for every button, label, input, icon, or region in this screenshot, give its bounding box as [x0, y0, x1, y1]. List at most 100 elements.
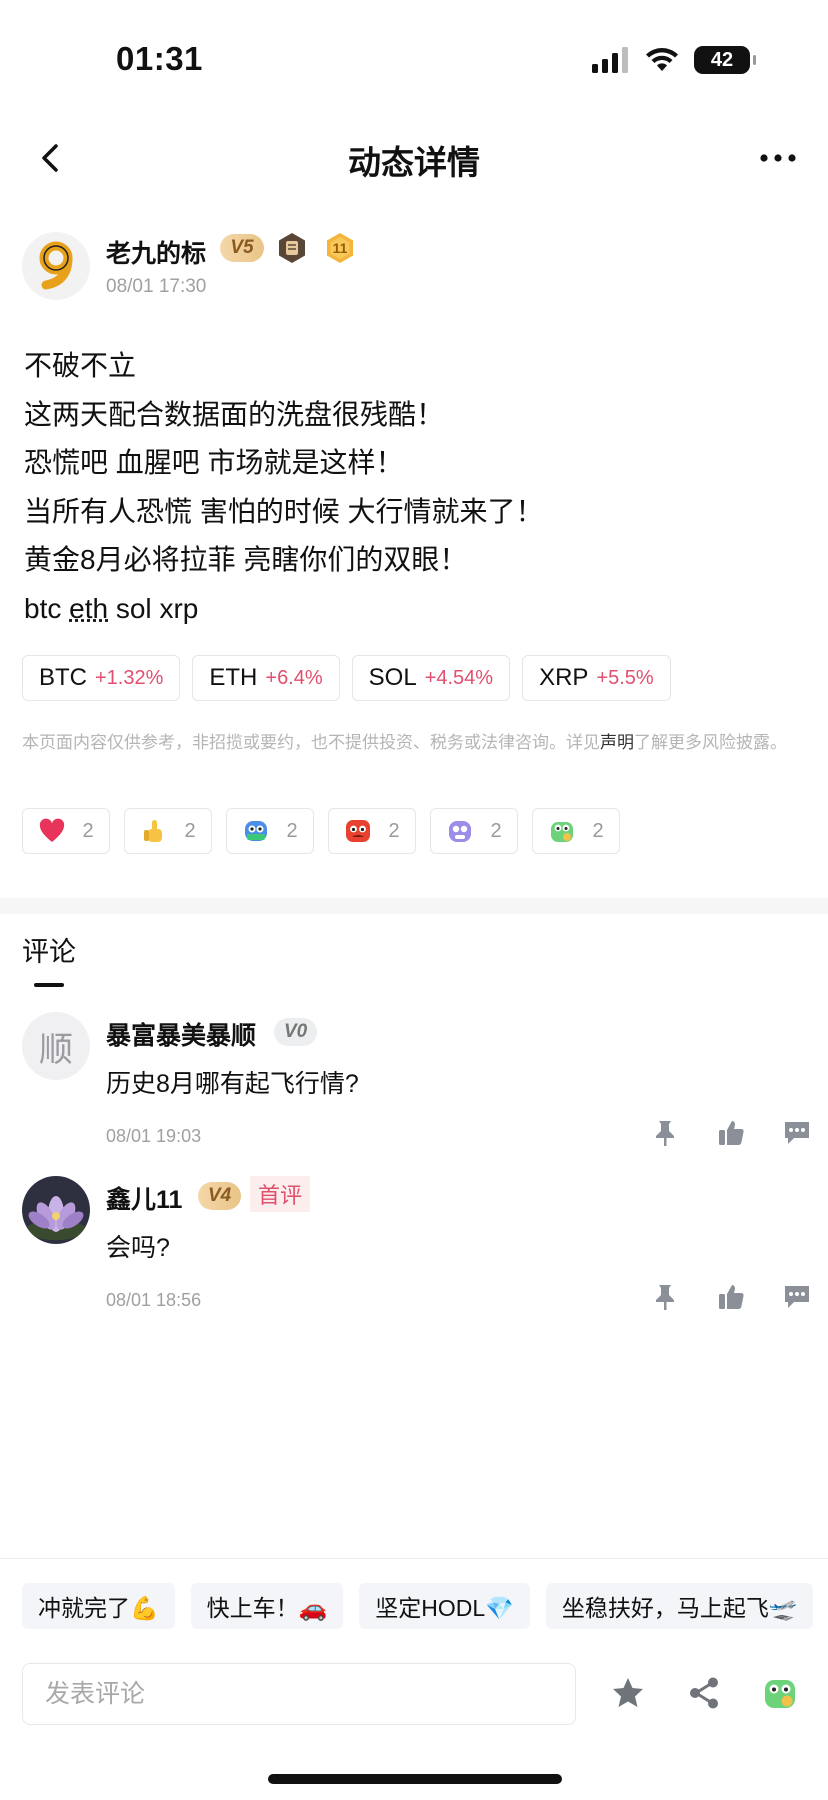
coin-name: XRP [539, 664, 589, 691]
level-badge: V0 [274, 1018, 318, 1046]
post-time: 08/01 17:30 [106, 276, 207, 297]
frog-emoji-icon [551, 822, 574, 842]
thumbs-up-icon[interactable] [716, 1118, 746, 1148]
comment-time: 08/01 18:56 [106, 1290, 202, 1310]
share-icon[interactable] [686, 1675, 722, 1711]
badge-number: 11 [332, 240, 348, 256]
reaction-cute[interactable]: 2 [430, 808, 518, 854]
coin-change: +1.32% [95, 666, 164, 689]
post-tags: btc eth sol xrp [24, 585, 804, 634]
page-title: 动态详情 [348, 144, 480, 181]
tag-btc[interactable]: btc [24, 593, 61, 624]
status-time: 01:31 [116, 40, 203, 77]
coin-chip-xrp[interactable]: XRP +5.5% [522, 655, 671, 701]
reaction-count: 2 [592, 819, 604, 842]
cute-emoji-icon [449, 821, 472, 842]
level-badge: V5 [220, 234, 264, 262]
reaction-thumbs-up[interactable]: 2 [124, 808, 212, 854]
post-line: 这两天配合数据面的洗盘很残酷！ [24, 398, 445, 430]
frog-emoji-icon[interactable] [762, 1675, 798, 1711]
thumbs-up-icon[interactable] [716, 1282, 746, 1312]
wifi-icon [646, 48, 678, 71]
coin-chip-sol[interactable]: SOL +4.54% [351, 655, 511, 701]
tab-comments[interactable]: 评论 [22, 930, 76, 969]
tag-xrp[interactable]: xrp [159, 593, 198, 624]
pin-icon[interactable] [650, 1118, 680, 1148]
status-icons: 42 [592, 46, 756, 74]
comment-item: 鑫儿11 V4 首评 会吗? 08/01 18:56 [22, 1176, 812, 1326]
quick-reply-chip[interactable]: 坚定HODL💎 [359, 1583, 530, 1629]
disclaimer: 本页面内容仅供参考，非招揽或要约，也不提供投资、税务或法律咨询。详见声明了解更多… [22, 731, 806, 755]
hodl-emoji-icon [245, 821, 268, 841]
comment-actions [650, 1282, 812, 1312]
coin-change: +6.4% [265, 666, 323, 689]
comment-item: 顺 暴富暴美暴顺 V0 历史8月哪有起飞行情? 08/01 19:03 [22, 1012, 812, 1162]
star-icon[interactable] [610, 1675, 646, 1711]
post-content: 不破不立 这两天配合数据面的洗盘很残酷！ 恐慌吧 血腥吧 市场就是这样！ 当所有… [24, 342, 804, 633]
reaction-count: 2 [184, 819, 196, 842]
comment-actions [650, 1118, 812, 1148]
bottom-actions [610, 1675, 798, 1711]
commenter-name[interactable]: 鑫儿11 [106, 1180, 182, 1216]
author-name[interactable]: 老九的标 [106, 234, 206, 270]
coin-change: +4.54% [424, 666, 494, 689]
comment-text: 历史8月哪有起飞行情? [106, 1070, 359, 1098]
quick-replies: 冲就完了💪 快上车！🚗 坚定HODL💎 坐稳扶好，马上起飞🛫 [22, 1583, 814, 1629]
angry-emoji-icon [346, 820, 371, 842]
coin-chip-eth[interactable]: ETH +6.4% [192, 655, 340, 701]
comment-input[interactable] [22, 1663, 576, 1725]
reaction-hodl[interactable]: 2 [226, 808, 314, 854]
coin-name: ETH [209, 664, 258, 691]
quick-reply-chip[interactable]: 快上车！🚗 [190, 1583, 344, 1629]
coin-name: BTC [39, 664, 87, 691]
post-author: 老九的标 V5 11 08/01 17:30 [22, 228, 802, 304]
author-avatar[interactable] [22, 232, 90, 300]
more-icon[interactable] [758, 140, 798, 176]
disclaimer-text: 本页面内容仅供参考，非招揽或要约，也不提供投资、税务或法律咨询。详见 [22, 733, 600, 752]
scroll-badge-icon [279, 233, 305, 263]
comment-icon[interactable] [782, 1282, 812, 1312]
reaction-heart[interactable]: 2 [22, 808, 110, 854]
disclaimer-link[interactable]: 声明 [600, 733, 634, 752]
comment-text: 会吗? [106, 1234, 170, 1262]
avatar[interactable] [22, 1176, 90, 1244]
signal-icon [592, 47, 628, 73]
bottom-bar: 冲就完了💪 快上车！🚗 坚定HODL💎 坐稳扶好，马上起飞🛫 [0, 1558, 828, 1800]
reaction-count: 2 [286, 819, 298, 842]
reaction-count: 2 [490, 819, 502, 842]
section-divider [0, 898, 828, 914]
nav-bar: 动态详情 [0, 126, 828, 190]
coin-chips: BTC +1.32% ETH +6.4% SOL +4.54% XRP +5.5… [22, 655, 671, 701]
coin-chip-btc[interactable]: BTC +1.32% [22, 655, 181, 701]
quick-reply-chip[interactable]: 坐稳扶好，马上起飞🛫 [545, 1583, 814, 1629]
comment-icon[interactable] [782, 1118, 812, 1148]
quick-reply-chip[interactable]: 冲就完了💪 [22, 1583, 175, 1629]
disclaimer-text-end: 了解更多风险披露。 [634, 733, 787, 752]
reaction-frog[interactable]: 2 [532, 808, 620, 854]
post-line: 不破不立 [24, 350, 137, 381]
tag-sol[interactable]: sol [116, 593, 152, 624]
status-bar: 01:31 42 [0, 0, 828, 110]
coin-name: SOL [368, 664, 417, 691]
commenter-name[interactable]: 暴富暴美暴顺 [106, 1016, 256, 1052]
nine-logo-icon [39, 241, 73, 290]
reaction-angry[interactable]: 2 [328, 808, 416, 854]
lotus-avatar-icon [22, 1176, 90, 1244]
first-comment-badge: 首评 [250, 1176, 311, 1212]
number-badge: 11 [324, 232, 356, 264]
home-indicator [268, 1774, 562, 1784]
tab-indicator [34, 983, 64, 987]
tag-eth[interactable]: eth [69, 593, 108, 624]
post-line: 黄金8月必将拉菲 亮瞎你们的双眼！ [24, 544, 468, 575]
reaction-count: 2 [388, 819, 400, 842]
battery-indicator: 42 [694, 46, 756, 74]
reaction-count: 2 [82, 819, 94, 842]
avatar[interactable]: 顺 [22, 1012, 90, 1080]
pin-icon[interactable] [650, 1282, 680, 1312]
reaction-bar: 2 2 2 2 2 2 [22, 808, 620, 854]
post-line: 当所有人恐慌 害怕的时候 大行情就来了！ [24, 495, 544, 527]
thumbs-up-emoji-icon [144, 820, 163, 842]
coin-change: +5.5% [596, 666, 654, 689]
post-line: 恐慌吧 血腥吧 市场就是这样！ [24, 447, 404, 478]
comment-time: 08/01 19:03 [106, 1126, 202, 1146]
